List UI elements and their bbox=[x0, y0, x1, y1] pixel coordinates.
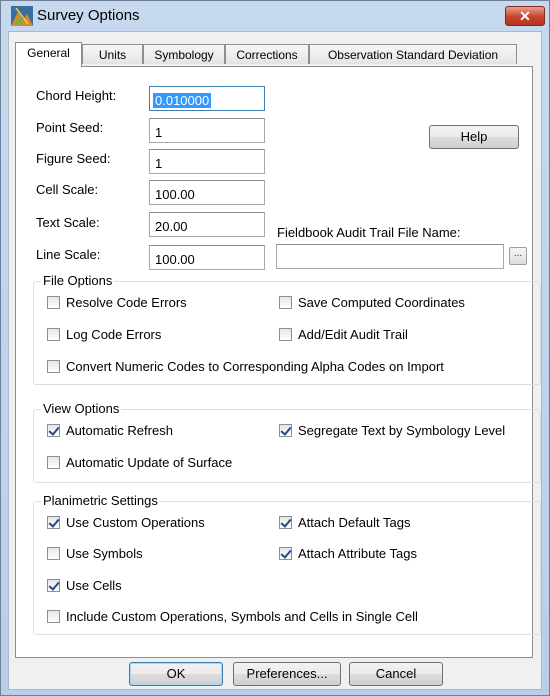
point-seed-input[interactable]: 1 bbox=[149, 118, 265, 143]
segregate-text-checkbox[interactable] bbox=[279, 424, 292, 437]
file-options-title: File Options bbox=[41, 273, 115, 288]
tab-corrections[interactable]: Corrections bbox=[225, 44, 309, 64]
attach-attribute-tags-label: Attach Attribute Tags bbox=[298, 546, 417, 561]
add-edit-audit-trail-label: Add/Edit Audit Trail bbox=[298, 327, 408, 342]
cell-scale-input[interactable]: 100.00 bbox=[149, 180, 265, 205]
audit-trail-file-input[interactable] bbox=[276, 244, 504, 269]
save-computed-coordinates-checkbox[interactable] bbox=[279, 296, 292, 309]
preferences-button[interactable]: Preferences... bbox=[233, 662, 341, 686]
ellipsis-icon: ... bbox=[513, 248, 523, 259]
close-icon: ✕ bbox=[519, 8, 531, 24]
help-button[interactable]: Help bbox=[429, 125, 519, 149]
text-scale-input[interactable]: 20.00 bbox=[149, 212, 265, 237]
use-cells-label: Use Cells bbox=[66, 578, 122, 593]
point-seed-label: Point Seed: bbox=[36, 120, 104, 135]
tab-symbology[interactable]: Symbology bbox=[143, 44, 225, 64]
close-button[interactable]: ✕ bbox=[505, 6, 545, 26]
line-scale-input[interactable]: 100.00 bbox=[149, 245, 265, 270]
resolve-code-errors-label: Resolve Code Errors bbox=[66, 295, 187, 310]
survey-options-window: Survey Options ✕ General Units Symbology… bbox=[0, 0, 550, 696]
chord-height-label: Chord Height: bbox=[36, 88, 117, 103]
use-cells-checkbox[interactable] bbox=[47, 579, 60, 592]
use-custom-operations-label: Use Custom Operations bbox=[66, 515, 205, 530]
text-scale-label: Text Scale: bbox=[36, 215, 100, 230]
segregate-text-label: Segregate Text by Symbology Level bbox=[298, 423, 506, 438]
chord-height-input[interactable]: 0.010000 bbox=[149, 86, 265, 111]
attach-attribute-tags-checkbox[interactable] bbox=[279, 547, 292, 560]
automatic-refresh-checkbox[interactable] bbox=[47, 424, 60, 437]
automatic-refresh-label: Automatic Refresh bbox=[66, 423, 173, 438]
automatic-update-surface-checkbox[interactable] bbox=[47, 456, 60, 469]
line-scale-label: Line Scale: bbox=[36, 247, 101, 262]
attach-default-tags-label: Attach Default Tags bbox=[298, 515, 411, 530]
figure-seed-label: Figure Seed: bbox=[36, 151, 111, 166]
use-custom-operations-checkbox[interactable] bbox=[47, 516, 60, 529]
tab-observation-standard-deviation[interactable]: Observation Standard Deviation bbox=[309, 44, 517, 64]
figure-seed-input[interactable]: 1 bbox=[149, 149, 265, 174]
ok-button[interactable]: OK bbox=[129, 662, 223, 686]
include-in-single-cell-label: Include Custom Operations, Symbols and C… bbox=[66, 609, 418, 624]
survey-app-icon bbox=[11, 6, 33, 26]
use-symbols-label: Use Symbols bbox=[66, 546, 143, 561]
view-options-group bbox=[33, 409, 541, 483]
tab-units[interactable]: Units bbox=[82, 44, 143, 64]
log-code-errors-checkbox[interactable] bbox=[47, 328, 60, 341]
log-code-errors-label: Log Code Errors bbox=[66, 327, 162, 342]
save-computed-coordinates-label: Save Computed Coordinates bbox=[298, 295, 465, 310]
automatic-update-surface-label: Automatic Update of Surface bbox=[66, 455, 233, 470]
resolve-code-errors-checkbox[interactable] bbox=[47, 296, 60, 309]
cell-scale-label: Cell Scale: bbox=[36, 182, 99, 197]
add-edit-audit-trail-checkbox[interactable] bbox=[279, 328, 292, 341]
browse-button[interactable]: ... bbox=[509, 247, 527, 265]
use-symbols-checkbox[interactable] bbox=[47, 547, 60, 560]
window-title: Survey Options bbox=[37, 7, 140, 24]
view-options-title: View Options bbox=[41, 401, 122, 416]
convert-numeric-codes-checkbox[interactable] bbox=[47, 360, 60, 373]
planimetric-settings-title: Planimetric Settings bbox=[41, 493, 160, 508]
tab-general[interactable]: General bbox=[15, 42, 82, 67]
cancel-button[interactable]: Cancel bbox=[349, 662, 443, 686]
include-in-single-cell-checkbox[interactable] bbox=[47, 610, 60, 623]
title-bar[interactable]: Survey Options ✕ bbox=[1, 1, 549, 31]
audit-trail-file-label: Fieldbook Audit Trail File Name: bbox=[277, 225, 461, 240]
attach-default-tags-checkbox[interactable] bbox=[279, 516, 292, 529]
convert-numeric-codes-label: Convert Numeric Codes to Corresponding A… bbox=[66, 359, 444, 374]
